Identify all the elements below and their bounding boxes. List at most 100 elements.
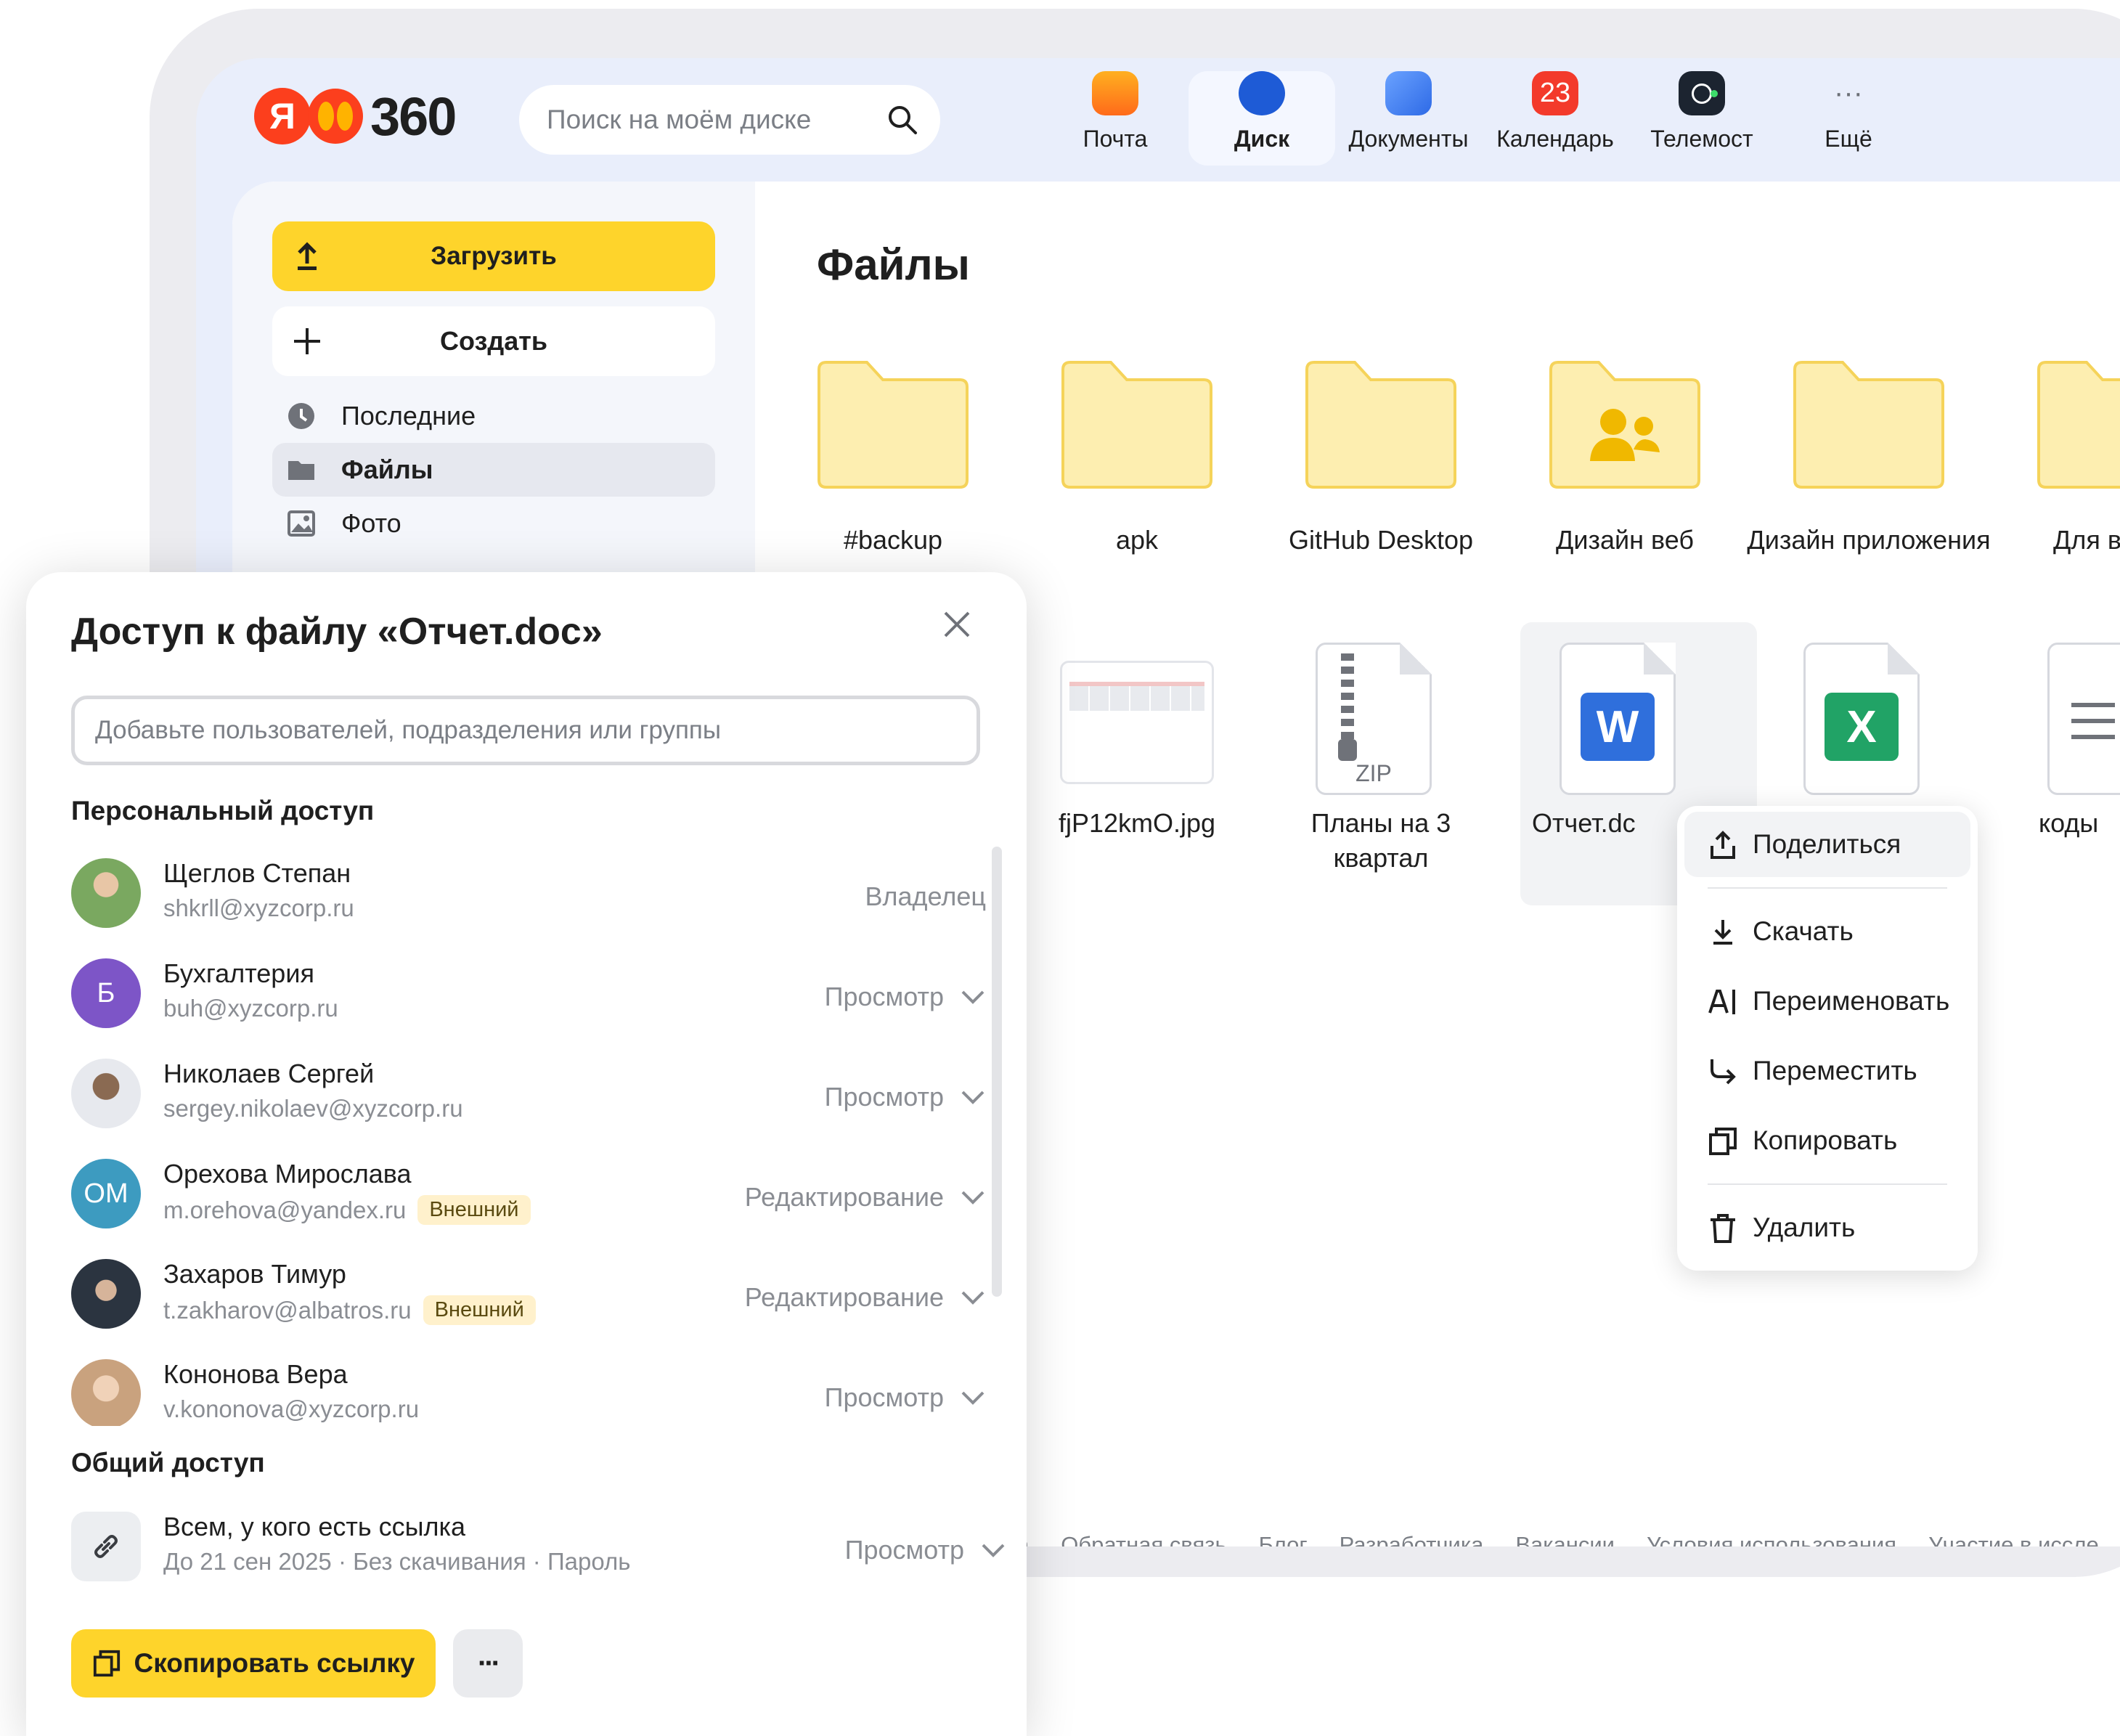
copy-icon (1709, 1128, 1737, 1155)
copy-link-button[interactable]: Скопировать ссылку (71, 1629, 436, 1698)
folder-icon (288, 461, 314, 480)
image-thumbnail (1060, 661, 1214, 784)
link-details: До 21 сен 2025 · Без скачивания · Пароль (163, 1548, 631, 1575)
folder-item[interactable]: Для в (1989, 359, 2120, 558)
person-row[interactable]: Кононова Вера v.kononova@xyzcorp.ru Прос… (71, 1356, 987, 1426)
more-options-button[interactable]: ··· (453, 1629, 523, 1698)
person-row[interactable]: ОМ Орехова Мирослава m.orehova@yandex.ru… (71, 1156, 987, 1236)
upload-label: Загрузить (431, 242, 557, 270)
person-email: shkrll@xyzcorp.ru (163, 895, 354, 922)
yandex-360-logo[interactable]: Я 360 (254, 86, 457, 147)
folder-item[interactable]: apk (1014, 359, 1260, 558)
menu-item-share[interactable]: Поделиться (1684, 812, 1970, 877)
role-dropdown[interactable]: Редактирование (745, 1282, 987, 1313)
app-disk[interactable]: Диск (1189, 71, 1335, 166)
menu-item-download[interactable]: Скачать (1684, 899, 1970, 964)
chevron-down-icon (961, 1191, 984, 1205)
app-telemost[interactable]: Телемост (1628, 71, 1775, 166)
person-row[interactable]: Николаев Сергей sergey.nikolaev@xyzcorp.… (71, 1056, 987, 1136)
file-ext-label: ZIP (1355, 760, 1392, 786)
menu-item-copy[interactable]: Копировать (1684, 1108, 1970, 1173)
avatar: ОМ (71, 1159, 141, 1228)
person-name: Захаров Тимур (163, 1259, 346, 1289)
sidebar-item-label: Последние (341, 401, 476, 431)
avatar (71, 858, 141, 928)
scrollbar[interactable] (992, 847, 1002, 1297)
role-dropdown[interactable]: Просмотр (825, 1382, 987, 1413)
app-label: Документы (1348, 126, 1469, 152)
app-documents[interactable]: Документы (1335, 71, 1482, 166)
person-email: t.zakharov@albatros.ru Внешний (163, 1295, 536, 1325)
role-dropdown[interactable]: Редактирование (745, 1182, 987, 1213)
zip-file-icon: ZIP (1316, 643, 1432, 795)
folder-icon (1061, 361, 1212, 489)
external-badge: Внешний (417, 1195, 531, 1225)
role-text: Просмотр (824, 1082, 944, 1112)
app-calendar[interactable]: 23 Календарь (1482, 71, 1628, 166)
calendar-icon: 23 (1532, 71, 1578, 115)
add-users-input[interactable]: Добавьте пользователей, подразделения ил… (71, 696, 980, 765)
app-mail[interactable]: Почта (1042, 71, 1189, 166)
menu-item-rename[interactable]: Переименовать (1684, 969, 1970, 1034)
link-icon (71, 1512, 141, 1581)
menu-item-label: Переименовать (1753, 986, 1950, 1016)
create-button[interactable]: Создать (272, 306, 715, 376)
file-item[interactable]: fjP12kmO.jpg (1014, 661, 1260, 900)
disk-icon (1239, 71, 1285, 115)
app-more[interactable]: ··· Ещё (1775, 71, 1922, 166)
file-item[interactable]: ZIP Планы на 3 квартал (1257, 643, 1504, 882)
footer-link[interactable]: Участие в иссле (1928, 1532, 2099, 1546)
role-text: Редактирование (744, 1182, 944, 1212)
folder-item[interactable]: GitHub Desktop (1257, 359, 1504, 558)
footer-link[interactable]: Вакансии (1515, 1532, 1615, 1546)
link-title: Всем, у кого есть ссылка (163, 1512, 466, 1541)
role-text: Просмотр (844, 1535, 964, 1565)
share-icon (1711, 831, 1735, 859)
person-row[interactable]: Б Бухгалтерия buh@xyzcorp.ru Просмотр (71, 955, 987, 1035)
copy-link-label: Скопировать ссылку (134, 1648, 415, 1678)
person-row[interactable]: Захаров Тимур t.zakharov@albatros.ru Внеш… (71, 1256, 987, 1336)
footer-link[interactable]: Разработчика (1340, 1532, 1484, 1546)
folder-icon (818, 361, 969, 489)
footer-link[interactable]: Блог (1259, 1532, 1308, 1546)
search-placeholder: Поиск на моём диске (547, 105, 812, 134)
plus-icon (294, 328, 320, 354)
role-text: Просмотр (824, 982, 944, 1011)
footer-link[interactable]: Обратная связь (1061, 1532, 1226, 1546)
menu-item-label: Поделиться (1753, 829, 1901, 859)
search-input[interactable]: Поиск на моём диске (519, 85, 940, 155)
person-row[interactable]: Щеглов Степан shkrll@xyzcorp.ru Владелец (71, 855, 986, 935)
chevron-down-icon (982, 1544, 1005, 1557)
role-dropdown[interactable]: Просмотр (825, 982, 987, 1012)
menu-item-label: Переместить (1753, 1056, 1917, 1085)
link-access-row[interactable]: Всем, у кого есть ссылка До 21 сен 2025 … (71, 1509, 1008, 1589)
folder-item[interactable]: Дизайн веб (1501, 359, 1748, 558)
sidebar-item-files[interactable]: Файлы (272, 443, 715, 497)
close-icon[interactable] (941, 608, 973, 640)
folder-item[interactable]: Дизайн приложения (1745, 359, 1992, 558)
menu-item-move[interactable]: Переместить (1684, 1038, 1970, 1104)
documents-icon (1385, 71, 1432, 115)
photo-icon (288, 510, 315, 537)
chevron-down-icon (961, 1091, 984, 1104)
sidebar-item-recent[interactable]: Последние (272, 389, 715, 443)
file-item[interactable]: коды (1989, 643, 2120, 882)
footer-link[interactable]: Условия использования (1647, 1532, 1896, 1546)
personal-access-heading: Персональный доступ (71, 796, 375, 826)
upload-button[interactable]: Загрузить (272, 221, 715, 291)
sidebar-item-photo[interactable]: Фото (272, 497, 715, 550)
role-dropdown[interactable]: Просмотр (825, 1082, 987, 1112)
search-icon[interactable] (886, 104, 918, 136)
chevron-down-icon (961, 1291, 984, 1305)
person-email-text: m.orehova@yandex.ru (163, 1196, 407, 1223)
app-switcher: Почта Диск Документы 23 Календарь Телемо… (1042, 71, 1922, 166)
folder-item[interactable]: #backup (770, 359, 1016, 558)
person-email-text: v.kononova@xyzcorp.ru (163, 1395, 420, 1422)
menu-item-delete[interactable]: Удалить (1684, 1195, 1970, 1260)
folder-label: apk (1115, 525, 1159, 555)
role-dropdown[interactable]: Просмотр (845, 1535, 1008, 1565)
app-label: Диск (1234, 126, 1290, 152)
file-label: коды (2039, 808, 2099, 838)
person-email-text: t.zakharov@albatros.ru (163, 1296, 412, 1324)
menu-divider (1708, 1183, 1947, 1185)
